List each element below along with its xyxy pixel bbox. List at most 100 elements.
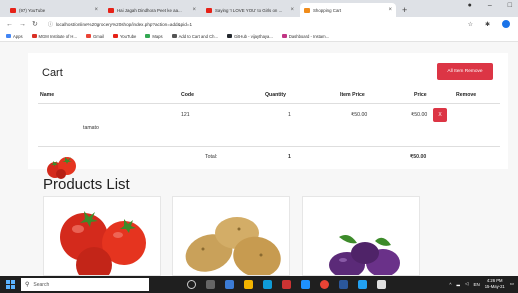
tomato-image — [60, 211, 146, 275]
edge-icon[interactable] — [301, 280, 310, 289]
browser-address-bar: ← → ↻ ⓘ localhost/online%20grocery%20sho… — [0, 17, 518, 31]
github-icon — [226, 34, 232, 38]
task-view-icon[interactable] — [206, 280, 215, 289]
product-card-brinjal[interactable] — [302, 196, 420, 276]
forward-icon[interactable]: → — [19, 21, 26, 28]
url-field[interactable]: ⓘ localhost/online%20grocery%20shop/inde… — [44, 19, 468, 29]
youtube-icon — [108, 7, 114, 13]
bookmark-label: Gmail — [92, 33, 104, 39]
instamojo-icon — [281, 34, 287, 38]
total-price: ₹50.00 — [410, 154, 427, 160]
bookmark-star-icon[interactable]: ☆ — [468, 21, 473, 28]
browser-tab-video[interactable]: Saying 'I LOVE YOU' to Girls on ... × — [202, 3, 298, 17]
bookmark-apps[interactable]: Apps — [6, 34, 23, 39]
cart-item-price: ₹50.00 — [411, 112, 428, 118]
bookmark-label: Apps — [13, 33, 23, 39]
taskbar-clock[interactable]: 4:26 PM 15-May-21 — [485, 278, 505, 290]
tab-label: Hai Jagah Dindhora Peet ke aa... — [117, 7, 182, 13]
cart-item-quantity: 1 — [288, 112, 291, 118]
search-icon: ⚲ — [25, 282, 30, 288]
header-divider — [38, 103, 500, 104]
system-tray: ^ ▂ ◁ EN 4:26 PM 15-May-21 ▭ — [449, 278, 514, 290]
bookmark-label: YouTube — [119, 33, 137, 39]
close-icon[interactable]: × — [94, 7, 98, 13]
bookmark-mgm[interactable]: MGM Institute of H... — [31, 33, 77, 39]
bookmark-label: Dashboard - Instam... — [288, 33, 330, 39]
back-icon[interactable]: ← — [6, 21, 13, 28]
taskbar-app-icon[interactable] — [358, 280, 367, 289]
close-icon[interactable]: × — [388, 7, 392, 13]
taskbar-app-icon[interactable] — [377, 280, 386, 289]
profile-avatar[interactable] — [502, 20, 510, 28]
language-icon[interactable]: EN — [473, 282, 479, 287]
windows-start-icon[interactable] — [6, 280, 15, 289]
browser-tab-youtube[interactable]: (97) YouTube × — [6, 3, 102, 17]
close-icon[interactable]: × — [192, 7, 196, 13]
browser-tab-strip: (97) YouTube × Hai Jagah Dindhora Peet k… — [0, 0, 518, 17]
remove-all-button[interactable]: All Item Remove — [437, 63, 493, 80]
column-header-name: Name — [40, 92, 55, 98]
chevron-up-icon[interactable]: ^ — [449, 282, 451, 287]
chrome-icon[interactable] — [320, 280, 329, 289]
volume-icon[interactable]: ◁ — [465, 281, 468, 287]
clock-date: 15-May-21 — [484, 284, 505, 289]
bookmark-dashboard[interactable]: Dashboard - Instam... — [281, 33, 330, 39]
window-controls: ● – □ — [468, 2, 512, 9]
bookmarks-bar: Apps MGM Institute of H... Gmail YouTube… — [0, 31, 518, 42]
column-header-quantity: Quantity — [265, 92, 287, 98]
bookmark-label: MGM Institute of H... — [38, 33, 77, 39]
notifications-icon[interactable]: ▭ — [510, 281, 514, 287]
network-icon[interactable]: ▂ — [457, 281, 460, 287]
product-card-potato[interactable] — [172, 196, 290, 276]
maps-icon — [145, 34, 151, 38]
taskbar-search-placeholder: Search — [33, 281, 50, 288]
bookmark-github[interactable]: GitHub - vijaythaya... — [226, 33, 273, 39]
taskbar-app-icon[interactable] — [225, 280, 234, 289]
youtube-icon — [112, 34, 118, 38]
youtube-icon — [10, 7, 16, 13]
new-tab-button[interactable]: + — [402, 3, 407, 17]
globe-icon — [171, 34, 177, 38]
taskbar-search-box[interactable]: ⚲ Search — [21, 278, 149, 291]
cart-item-code: 121 — [181, 112, 190, 118]
product-card-tomato[interactable] — [43, 196, 161, 276]
close-icon[interactable]: × — [290, 7, 294, 13]
cart-item-unit-price: ₹50.00 — [351, 112, 368, 118]
restore-icon[interactable]: □ — [508, 2, 512, 9]
bookmark-gmail[interactable]: Gmail — [85, 33, 104, 39]
account-icon[interactable]: ● — [468, 2, 472, 9]
url-text: localhost/online%20grocery%20shop/index.… — [55, 21, 193, 27]
apps-icon — [6, 34, 11, 38]
column-header-remove: Remove — [456, 92, 477, 98]
word-icon[interactable] — [339, 280, 348, 289]
info-icon[interactable]: ⓘ — [48, 21, 53, 28]
browser-tab-song[interactable]: Hai Jagah Dindhora Peet ke aa... × — [104, 3, 200, 17]
extensions-icon[interactable]: ✱ — [485, 21, 490, 28]
column-header-price: Price — [414, 92, 427, 98]
browser-tab-shopping-cart[interactable]: Shopping Cart × — [300, 3, 396, 17]
products-list-title: Products List — [43, 176, 130, 193]
bookmark-add-to-cart[interactable]: Add to Cart and Ch... — [171, 33, 218, 39]
cart-item-name: tamato — [83, 125, 99, 131]
bookmark-youtube[interactable]: YouTube — [112, 33, 137, 39]
brinjal-image — [329, 235, 400, 275]
youtube-icon — [206, 7, 212, 13]
gmail-icon — [85, 34, 91, 38]
remove-item-button[interactable]: X — [433, 108, 447, 122]
bookmark-maps[interactable]: Maps — [145, 33, 163, 39]
potato-image — [185, 217, 281, 275]
store-icon[interactable] — [263, 280, 272, 289]
bookmark-label: GitHub - vijaythaya... — [233, 33, 273, 39]
file-explorer-icon[interactable] — [244, 280, 253, 289]
reload-icon[interactable]: ↻ — [32, 20, 38, 28]
bookmark-label: Maps — [152, 33, 163, 39]
cortana-icon[interactable] — [187, 280, 196, 289]
minimize-icon[interactable]: – — [488, 2, 492, 9]
cart-title: Cart — [42, 67, 63, 79]
taskbar-app-icon[interactable] — [282, 280, 291, 289]
column-header-code: Code — [181, 92, 194, 98]
mgm-icon — [31, 34, 37, 38]
tab-label: Shopping Cart — [313, 7, 342, 13]
page-content: Cart All Item Remove Name Code Quantity … — [0, 42, 518, 276]
bookmark-label: Add to Cart and Ch... — [178, 33, 218, 39]
